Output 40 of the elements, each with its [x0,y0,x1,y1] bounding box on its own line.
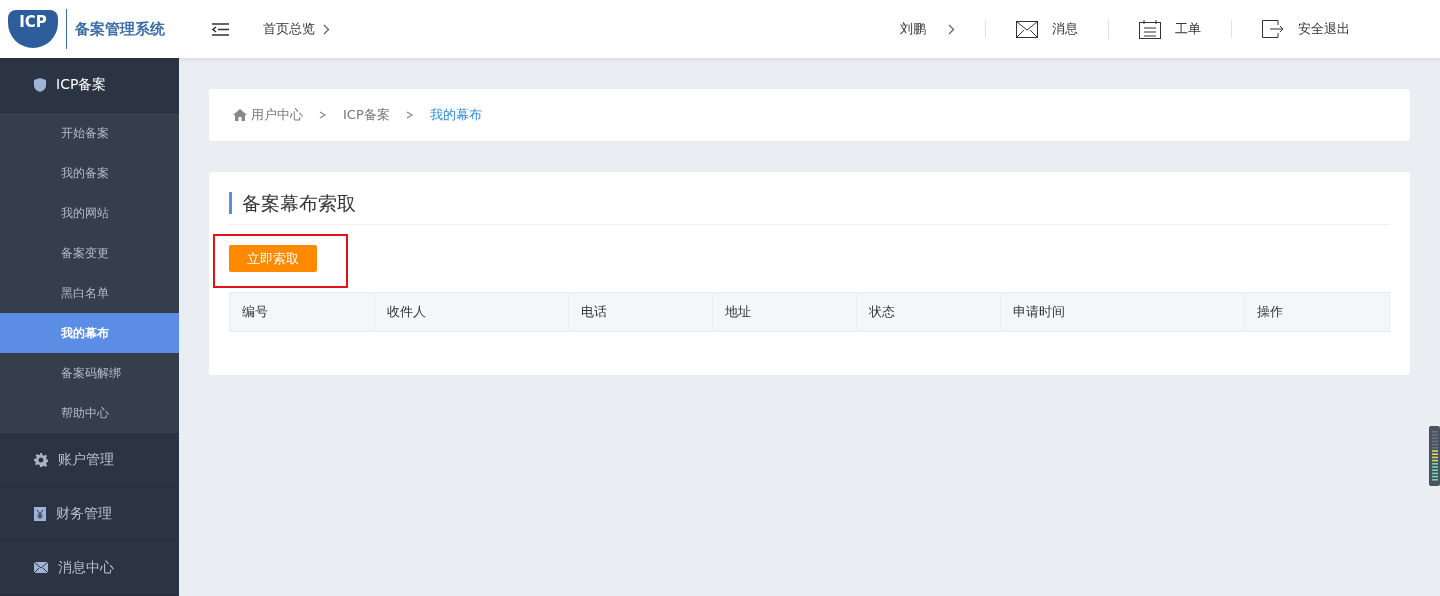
sidebar-item[interactable]: 开始备案 [0,113,179,153]
envelope-icon [1016,20,1038,38]
home-link[interactable]: 首页总览 [263,20,315,38]
logo: ICP [8,10,58,48]
home-icon [233,109,247,121]
sidebar-item[interactable]: 我的幕布 [0,313,179,353]
column-header: 地址 [712,293,856,331]
sidebar-item[interactable]: 备案变更 [0,233,179,273]
shield-icon [34,78,46,92]
chevron-right-icon [405,111,414,119]
header-link[interactable]: 工单 [1108,19,1231,39]
sidebar-item[interactable]: 我的备案 [0,153,179,193]
header-link[interactable]: 消息 [985,20,1108,38]
sidebar-item[interactable]: 备案码解绑 [0,353,179,393]
column-header: 操作 [1244,293,1389,331]
header-link[interactable]: 安全退出 [1231,20,1380,38]
sidebar-item[interactable]: 黑白名单 [0,273,179,313]
breadcrumb-link[interactable]: 用户中心 [251,106,303,124]
column-header: 电话 [568,293,712,331]
chevron-right-icon [319,111,327,119]
system-name: 备案管理系统 [75,19,165,39]
chevron-right-icon [948,23,955,35]
envelope-icon [34,562,48,573]
column-header: 收件人 [374,293,568,331]
gear-icon [34,452,48,467]
column-header: 申请时间 [1000,293,1244,331]
sidebar-item[interactable]: 帮助中心 [0,393,179,433]
breadcrumb-link[interactable]: 我的幕布 [429,106,482,124]
yen-icon [34,506,46,521]
column-header: 状态 [856,293,1000,331]
menu-collapse-icon[interactable] [212,22,229,36]
sidebar-item[interactable]: 我的网站 [0,193,179,233]
chevron-right-icon [323,23,330,35]
panel-title: 备案幕布索取 [229,192,1390,214]
clipboard-icon [1139,19,1161,39]
breadcrumb-link[interactable]: ICP备案 [343,106,390,124]
column-header: 编号 [241,303,269,321]
user-menu[interactable]: 刘鹏 [870,20,985,38]
exit-icon [1262,20,1284,38]
meter-widget [1429,426,1440,486]
